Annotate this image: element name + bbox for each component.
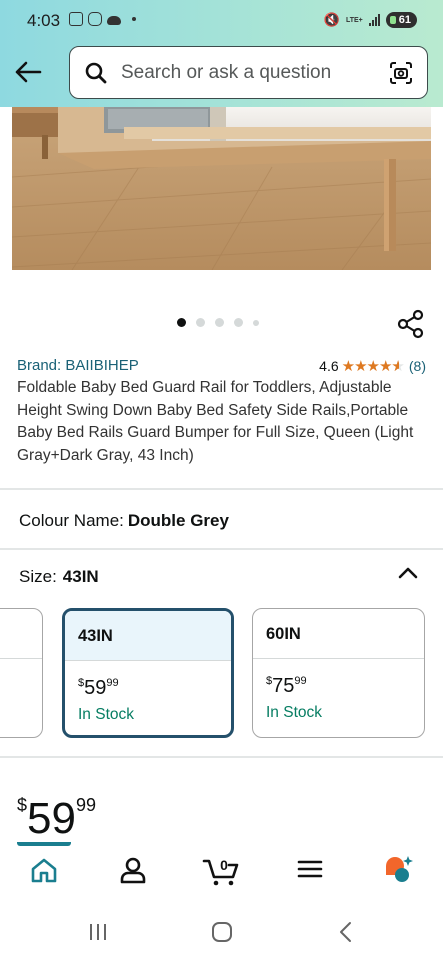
rating-summary[interactable]: 4.6 ★★★★★ ★ (8) [319, 357, 426, 375]
carousel-dot[interactable] [253, 319, 259, 326]
rufus-icon [386, 856, 413, 882]
star-rating-icon: ★★★★★ ★ [341, 358, 405, 375]
system-icons: 🔇 LTE+ 61 [324, 12, 417, 28]
product-page: 4:03 🔇 LTE+ 61 Search or ask a question … [0, 0, 443, 960]
menu-icon [297, 860, 323, 878]
colour-label: Colour Name: [19, 511, 124, 530]
carousel-dot[interactable] [215, 318, 224, 327]
signal-icon [368, 14, 380, 26]
price-whole: 59 [27, 794, 76, 843]
search-input[interactable]: Search or ask a question [121, 62, 331, 84]
search-icon [85, 62, 107, 84]
product-image[interactable] [12, 107, 431, 270]
back-button[interactable] [12, 56, 44, 88]
size-value: 43IN [62, 567, 99, 586]
brand-rating-row: Brand: BAIIBIHEP 4.6 ★★★★★ ★ (8) [17, 357, 426, 377]
network-label: LTE+ [345, 16, 363, 24]
size-label: Size: [19, 567, 57, 586]
price-currency: $ [17, 795, 28, 815]
size-option-partial[interactable] [0, 608, 43, 738]
colour-selector: Colour Name: Double Grey [19, 511, 229, 531]
back-arrow-icon [15, 61, 42, 83]
battery-indicator: 61 [385, 12, 417, 28]
system-navigation-bar [0, 902, 443, 960]
divider [0, 548, 443, 550]
size-option-name: 43IN [65, 611, 231, 661]
cart-icon: 0 [202, 857, 239, 886]
screenshot-icon [69, 12, 83, 26]
size-option-name: 60IN [253, 609, 424, 659]
account-icon [120, 857, 146, 884]
bottom-nav: 0 [0, 842, 443, 902]
size-selector: Size: 43IN [19, 567, 99, 587]
size-option-price: $5999 [78, 677, 119, 699]
nav-home[interactable] [24, 855, 64, 889]
size-option-price: $7599 [266, 675, 307, 697]
price-cents: 99 [75, 795, 96, 815]
home-icon [31, 858, 57, 883]
chevron-up-icon[interactable] [397, 565, 419, 581]
status-bar: 4:03 🔇 LTE+ 61 [0, 0, 443, 44]
mute-icon: 🔇 [323, 12, 340, 27]
colour-value: Double Grey [127, 511, 229, 530]
nav-menu[interactable] [290, 855, 330, 889]
cloud-icon [107, 15, 121, 25]
top-header: 4:03 🔇 LTE+ 61 Search or ask a question [0, 0, 443, 107]
brand-link[interactable]: Brand: BAIIBIHEP [17, 357, 139, 374]
size-option-stock: In Stock [266, 704, 322, 721]
carousel-dot[interactable] [196, 318, 205, 327]
instagram-icon [88, 12, 102, 26]
divider [0, 756, 443, 758]
cart-count: 0 [220, 857, 228, 873]
recent-apps-icon[interactable] [86, 920, 110, 944]
size-option-43in[interactable]: 43IN $5999 In Stock [62, 608, 234, 738]
more-notifications-icon [132, 17, 136, 21]
size-option-stock: In Stock [78, 706, 134, 723]
product-title: Foldable Baby Bed Guard Rail for Toddler… [17, 379, 414, 464]
share-icon[interactable] [396, 309, 426, 339]
nav-rufus[interactable] [378, 855, 418, 889]
status-time: 4:03 [27, 11, 61, 30]
product-price: $5999 [17, 775, 96, 849]
home-button-icon[interactable] [210, 920, 234, 944]
back-nav-icon[interactable] [335, 920, 359, 944]
image-carousel-dots[interactable] [177, 318, 259, 327]
size-option-name [0, 609, 42, 659]
carousel-dot[interactable] [177, 318, 186, 327]
notification-icons [69, 12, 136, 26]
nav-cart[interactable]: 0 [200, 855, 244, 889]
carousel-dot[interactable] [234, 318, 243, 327]
camera-search-icon[interactable] [389, 61, 413, 85]
review-count: (8) [408, 358, 426, 374]
active-tab-indicator [17, 842, 71, 846]
divider [0, 488, 443, 490]
rating-value: 4.6 [319, 358, 339, 374]
size-option-60in[interactable]: 60IN $7599 In Stock [252, 608, 425, 738]
search-bar[interactable]: Search or ask a question [69, 46, 428, 99]
nav-account[interactable] [113, 855, 153, 889]
